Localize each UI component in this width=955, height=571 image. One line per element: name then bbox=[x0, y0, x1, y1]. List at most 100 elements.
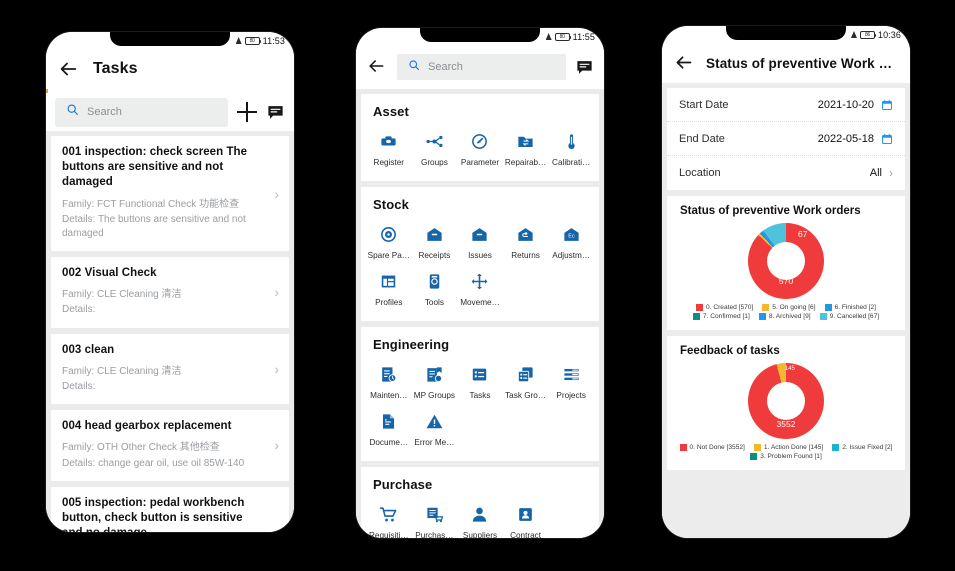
group-title: Engineering bbox=[373, 337, 450, 353]
thermometer-icon bbox=[562, 130, 581, 152]
menu-item-profiles[interactable]: Profiles bbox=[366, 265, 412, 312]
legend-swatch bbox=[824, 304, 832, 311]
chevron-right-icon: › bbox=[274, 437, 279, 454]
menu-item-repairables[interactable]: Repairab… bbox=[503, 125, 549, 172]
menu-item-projects[interactable]: Projects bbox=[548, 358, 594, 405]
menu-item-movements[interactable]: Moveme… bbox=[457, 265, 503, 312]
donut-graphic: 3552 145 bbox=[748, 363, 824, 439]
menu-item-label: Moveme… bbox=[460, 298, 500, 308]
task-list-item[interactable]: 001 inspection: check screen The buttons… bbox=[51, 136, 289, 252]
task-list-item[interactable]: 003 clean Family: CLE Cleaning 清洁 Detail… bbox=[51, 333, 289, 405]
back-arrow-icon[interactable] bbox=[366, 56, 388, 78]
legend-swatch bbox=[762, 304, 770, 311]
filter-label: End Date bbox=[679, 132, 725, 145]
calendar-icon[interactable] bbox=[881, 99, 893, 111]
filter-value: 2021-10-20 bbox=[817, 98, 874, 111]
menu-item-documents[interactable]: Docume… bbox=[366, 405, 412, 452]
group-title: Asset bbox=[373, 104, 409, 119]
menu-item-register[interactable]: Register bbox=[366, 125, 412, 172]
menu-item-maintenance[interactable]: Mainten… bbox=[366, 358, 412, 405]
legend-label: 2. Issue Fixed [2] bbox=[842, 444, 893, 451]
menu-item-error-messages[interactable]: Error Me… bbox=[412, 405, 458, 452]
menu-item-label: Register bbox=[373, 158, 405, 167]
tasks-list-icon bbox=[470, 363, 489, 385]
phone3-screen: 86 10:36 Status of preventive Work … Sta… bbox=[662, 26, 910, 538]
tools-icon bbox=[425, 270, 444, 292]
menu-item-purchase-orders[interactable]: Purchas… bbox=[412, 498, 458, 538]
menu-item-label: Docume… bbox=[369, 438, 409, 448]
phone-tasks: 80 11:53 Tasks Search 001 inspection: ch… bbox=[46, 32, 294, 532]
clock-label: 11:53 bbox=[262, 35, 285, 46]
groups-node-icon bbox=[425, 130, 444, 152]
menu-item-groups[interactable]: Groups bbox=[412, 125, 458, 172]
contract-card-icon bbox=[516, 503, 535, 525]
legend-label: 8. Archived [9] bbox=[768, 313, 811, 320]
chart-card-feedback: Feedback of tasks 3552 145 0. Not Done [… bbox=[667, 336, 905, 470]
filter-row-start-date[interactable]: Start Date 2021-10-20 bbox=[667, 88, 905, 122]
calendar-icon[interactable] bbox=[881, 133, 893, 145]
legend-swatch bbox=[696, 304, 703, 311]
back-arrow-icon[interactable] bbox=[57, 58, 79, 80]
menu-item-tools[interactable]: Tools bbox=[412, 265, 458, 312]
menu-group-asset: Asset Register Groups Parameter Repairab… bbox=[361, 94, 599, 182]
issue-outbox-icon bbox=[470, 223, 489, 245]
back-arrow-icon[interactable] bbox=[673, 52, 695, 74]
menu-item-mp-groups[interactable]: MP Groups bbox=[412, 358, 458, 405]
task-details: Details: bbox=[62, 304, 96, 316]
task-title: 004 head gearbox replacement bbox=[62, 420, 232, 433]
search-input[interactable]: Search bbox=[397, 54, 566, 80]
menu-item-requisitions[interactable]: Requisiti… bbox=[366, 498, 412, 538]
filter-value-wrap: 2022-05-18 bbox=[818, 133, 893, 145]
task-list-item[interactable]: 005 inspection: pedal workbench button, … bbox=[51, 486, 289, 532]
menu-item-issues[interactable]: Issues bbox=[457, 218, 503, 265]
register-icon bbox=[379, 130, 398, 152]
donut-chart-feedback: 3552 145 bbox=[673, 357, 899, 442]
menu-group-purchase: Purchase Requisiti… Purchas… Suppliers C… bbox=[361, 467, 599, 538]
menu-item-receipts[interactable]: Receipts bbox=[412, 218, 458, 265]
chat-icon[interactable] bbox=[575, 58, 594, 77]
search-input[interactable]: Search bbox=[55, 97, 228, 127]
movement-arrows-icon bbox=[470, 270, 489, 292]
task-groups-icon bbox=[516, 363, 535, 385]
task-list-item[interactable]: 004 head gearbox replacement Family: OTH… bbox=[51, 410, 289, 481]
menu-item-returns[interactable]: Returns bbox=[503, 218, 549, 265]
add-task-button[interactable] bbox=[237, 102, 257, 122]
signal-icon bbox=[235, 37, 242, 44]
menu-item-parameter[interactable]: Parameter bbox=[457, 125, 503, 172]
dashboard-body[interactable]: Start Date 2021-10-20 End Date 2022-05-1… bbox=[662, 83, 910, 538]
filter-row-location[interactable]: Location All › bbox=[667, 156, 905, 190]
menu-item-label: Tasks bbox=[469, 391, 491, 401]
adjustment-icon: Ec bbox=[562, 223, 581, 245]
menu-item-label: Returns bbox=[511, 251, 540, 261]
menu-item-task-groups[interactable]: Task Gro… bbox=[503, 358, 549, 405]
battery-icon: 86 bbox=[859, 30, 877, 39]
svg-text:Ec: Ec bbox=[568, 233, 575, 239]
chevron-right-icon: › bbox=[274, 284, 279, 301]
menu-item-contract[interactable]: Contract bbox=[503, 498, 549, 538]
filter-value: All bbox=[869, 167, 882, 179]
screenshot-stage: 80 11:53 Tasks Search 001 inspection: ch… bbox=[0, 0, 955, 571]
filter-row-end-date[interactable]: End Date 2022-05-18 bbox=[667, 122, 905, 156]
legend-label: 1. Action Done [145] bbox=[763, 444, 824, 451]
task-family: Family: CLE Cleaning 清洁 bbox=[62, 289, 182, 301]
menu-groups[interactable]: Asset Register Groups Parameter Repairab… bbox=[356, 89, 604, 538]
menu-item-calibration[interactable]: Calibrati… bbox=[548, 125, 594, 172]
menu-item-adjustments[interactable]: Ec Adjustm… bbox=[548, 218, 594, 265]
menu-item-spare-parts[interactable]: Spare Pa… bbox=[366, 218, 412, 265]
warning-triangle-icon bbox=[425, 410, 444, 432]
task-list-item[interactable]: 002 Visual Check Family: CLE Cleaning 清洁… bbox=[51, 257, 289, 328]
phone2-statusbar: 80 11:55 bbox=[356, 28, 604, 45]
chevron-right-icon[interactable]: › bbox=[889, 167, 893, 179]
task-list[interactable]: 001 inspection: check screen The buttons… bbox=[46, 131, 294, 532]
legend-item: 0. Not Done [3552] bbox=[679, 444, 745, 451]
filter-label: Start Date bbox=[679, 98, 729, 111]
legend-item: 9. Cancelled [67] bbox=[819, 313, 879, 320]
legend-item: 3. Problem Found [1] bbox=[750, 453, 822, 460]
menu-item-tasks[interactable]: Tasks bbox=[457, 358, 503, 405]
chat-icon[interactable] bbox=[266, 103, 285, 122]
page-title: Status of preventive Work … bbox=[706, 55, 893, 71]
donut-value-secondary: 145 bbox=[784, 366, 795, 373]
return-icon bbox=[516, 223, 535, 245]
menu-item-suppliers[interactable]: Suppliers bbox=[457, 498, 503, 538]
battery-icon: 80 bbox=[554, 32, 572, 41]
